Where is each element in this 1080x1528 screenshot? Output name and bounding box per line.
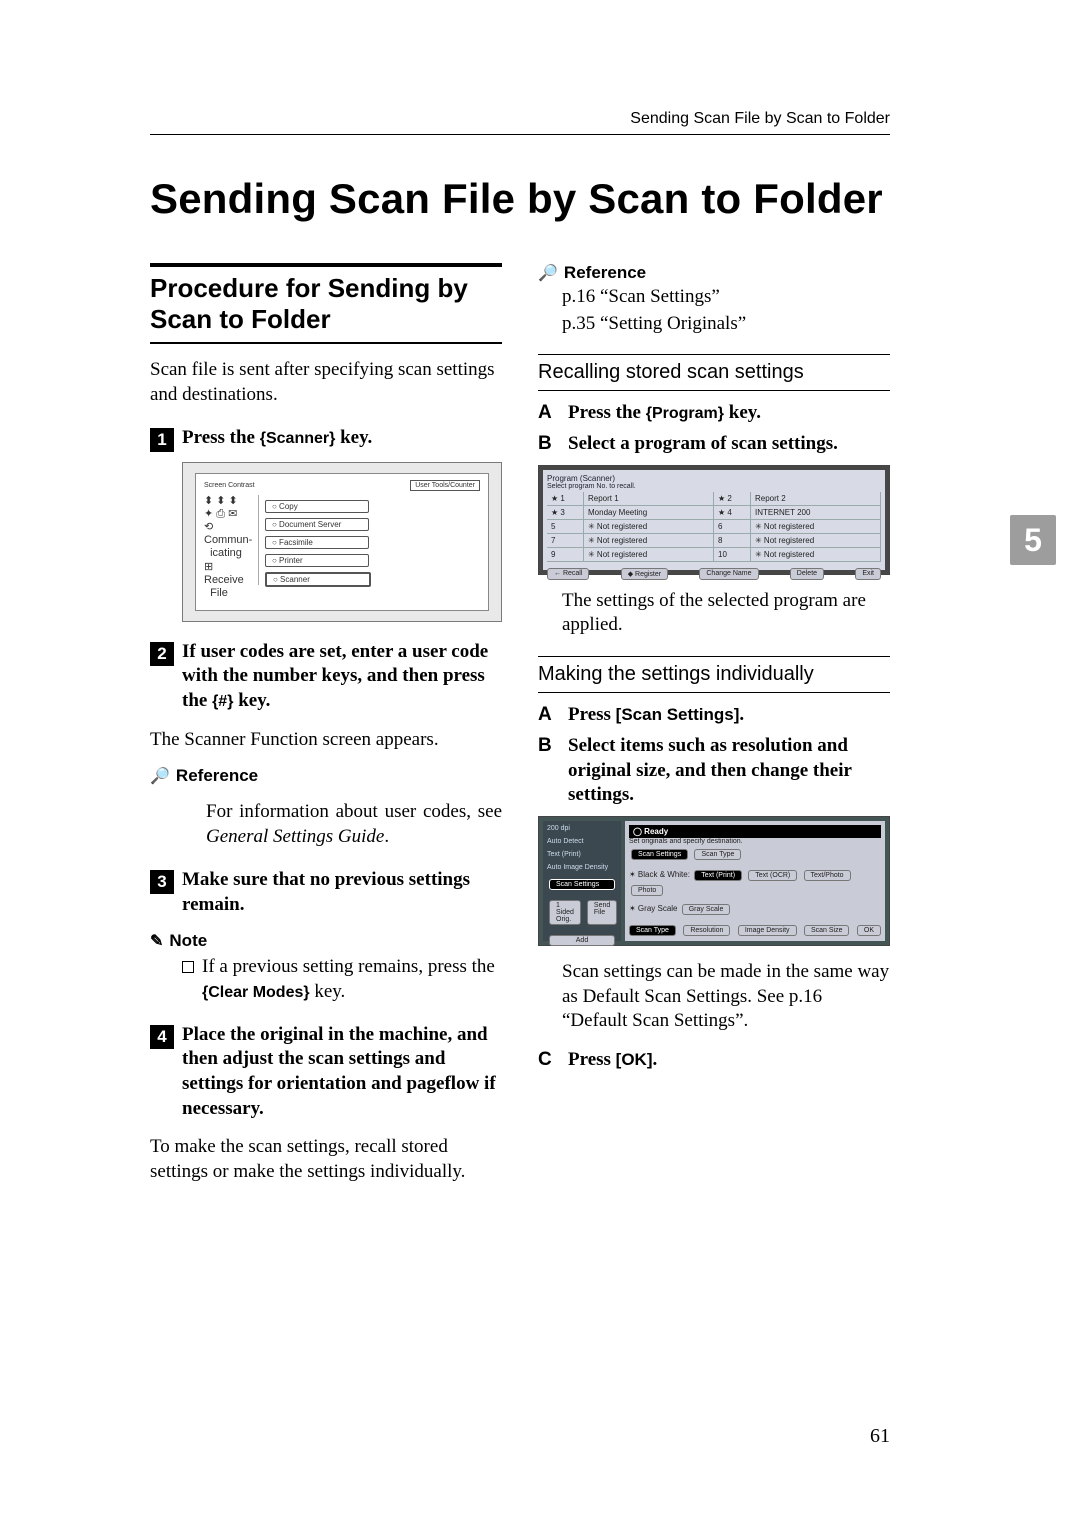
step-number-icon: 3	[150, 870, 174, 894]
indiv-subhead: Making the settings individually	[538, 656, 890, 693]
page-number: 61	[870, 1425, 890, 1448]
panel-fax-button: ○ Facsimile	[265, 536, 369, 549]
note-bullet: If a previous setting remains, press the…	[182, 955, 502, 1004]
step-3: 3 Make sure that no previous settings re…	[150, 868, 502, 917]
program-keycap: {Program}	[646, 405, 724, 422]
screen-contrast-label: Screen Contrast	[204, 482, 255, 489]
indiv-step-b: B Select items such as resolution and or…	[538, 734, 890, 808]
reference-label: Reference	[176, 766, 258, 786]
clear-modes-keycap: {Clear Modes}	[202, 984, 310, 1001]
reference-icon	[538, 263, 558, 283]
reference-body: For information about user codes, see Ge…	[206, 800, 502, 849]
square-bullet-icon	[182, 961, 194, 973]
hash-keycap: {#}	[212, 693, 233, 710]
step-2-followup: The Scanner Function screen appears.	[150, 728, 502, 753]
user-tools-label: User Tools/Counter	[410, 480, 480, 491]
step-number-icon: 2	[150, 642, 174, 666]
reference-icon	[150, 766, 170, 786]
panel-doc-button: ○ Document Server	[265, 518, 369, 531]
panel-scanner-button: ○ Scanner	[265, 572, 371, 587]
ok-ui: [OK]	[616, 1050, 653, 1069]
step-4-text: Place the original in the machine, and t…	[182, 1023, 502, 1122]
step-2-post: key.	[233, 690, 270, 711]
step-1: 1 Press the {Scanner} key.	[150, 426, 502, 452]
panel-printer-button: ○ Printer	[265, 554, 369, 567]
step-2: 2 If user codes are set, enter a user co…	[150, 640, 502, 714]
chapter-tab: 5	[1010, 515, 1056, 565]
note-heading: Note	[150, 931, 502, 951]
panel-icon-area: ⬍ ⬍ ⬍✦ ⎙ ✉⟲ Commun- icating⊞ Receive Fil…	[204, 495, 259, 585]
indiv-step-a: A Press [Scan Settings].	[538, 703, 890, 728]
recall-after: The settings of the selected program are…	[562, 589, 890, 638]
recall-step-a: A Press the {Program} key.	[538, 401, 890, 426]
note-label: Note	[169, 931, 207, 951]
reference2-heading: Reference	[538, 263, 890, 283]
reference2-line1: p.16 “Scan Settings”	[562, 285, 890, 310]
panel-copy-button: ○ Copy	[265, 500, 369, 513]
step-4: 4 Place the original in the machine, and…	[150, 1023, 502, 1122]
program-list-screenshot: Program (Scanner) Select program No. to …	[538, 465, 890, 575]
recall-step-b: B Select a program of scan settings.	[538, 432, 890, 457]
reference-heading: Reference	[150, 766, 502, 786]
control-panel-figure: Screen Contrast User Tools/Counter ⬍ ⬍ ⬍…	[182, 462, 502, 622]
note-icon	[150, 931, 163, 951]
step-1-pre: Press the	[182, 427, 260, 448]
recall-subhead: Recalling stored scan settings	[538, 354, 890, 391]
indiv-after: Scan settings can be made in the same wa…	[562, 960, 890, 1034]
step-1-post: key.	[335, 427, 372, 448]
intro-paragraph: Scan file is sent after specifying scan …	[150, 358, 502, 407]
section-heading: Procedure for Sending by Scan to Folder	[150, 263, 502, 344]
indiv-step-c: C Press [OK].	[538, 1048, 890, 1073]
scanner-keycap: {Scanner}	[260, 430, 336, 447]
page-title: Sending Scan File by Scan to Folder	[150, 175, 890, 223]
reference2-label: Reference	[564, 263, 646, 283]
step-4-followup: To make the scan settings, recall stored…	[150, 1135, 502, 1184]
step-number-icon: 1	[150, 428, 174, 452]
step-number-icon: 4	[150, 1025, 174, 1049]
reference2-line2: p.35 “Setting Originals”	[562, 312, 890, 337]
step-3-text: Make sure that no previous settings rema…	[182, 868, 502, 917]
running-head: Sending Scan File by Scan to Folder	[150, 110, 890, 135]
scan-settings-screenshot: 200 dpi Auto Detect Text (Print) Auto Im…	[538, 816, 890, 946]
scan-settings-ui: [Scan Settings]	[616, 705, 740, 724]
